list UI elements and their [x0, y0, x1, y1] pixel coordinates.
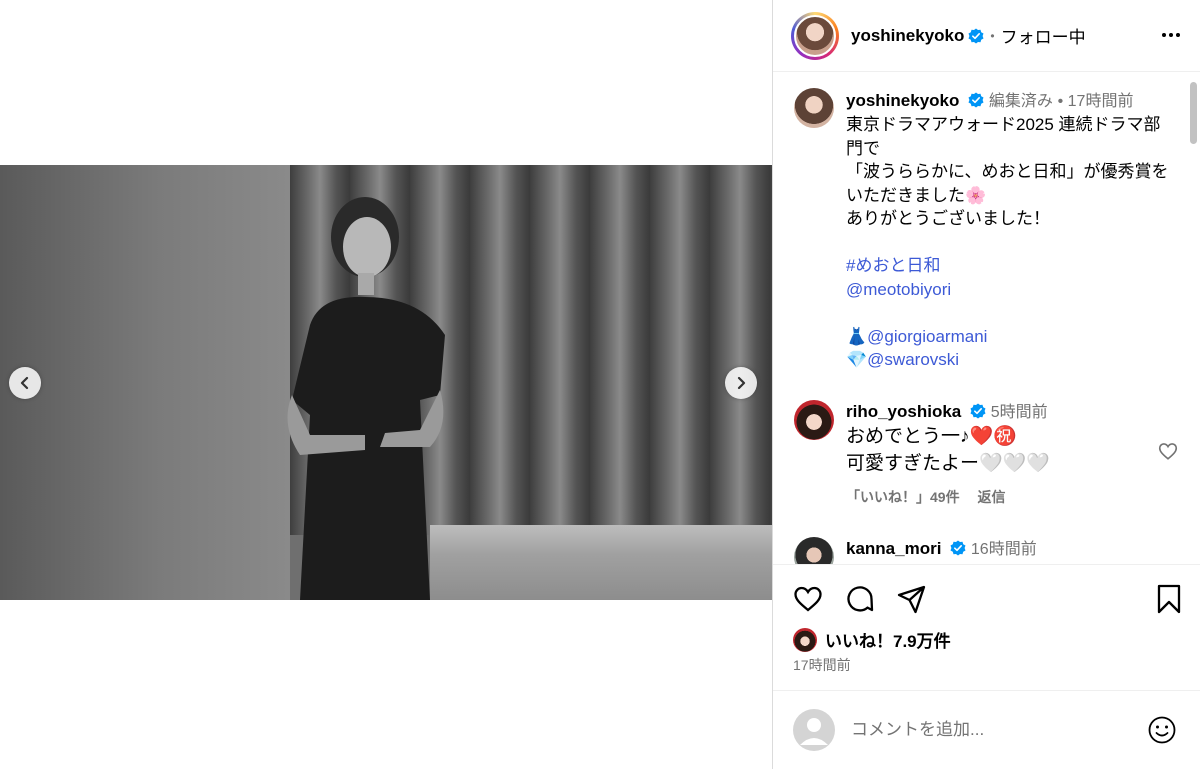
post-photo[interactable] — [0, 165, 772, 600]
post-actions: いいね！7.9万件 17時間前 — [773, 564, 1200, 684]
blank-line: ​ — [846, 231, 1176, 255]
likes-count[interactable]: いいね！7.9万件 — [825, 627, 951, 652]
mention-link[interactable]: @meotobiyori — [846, 278, 1176, 302]
bookmark-icon[interactable] — [1152, 582, 1186, 616]
caption-username[interactable]: yoshinekyoko — [846, 91, 959, 110]
chevron-right-icon — [737, 376, 746, 390]
chevron-left-icon — [20, 376, 29, 390]
caption-line: 東京ドラマアウォード2025 連続ドラマ部門で — [846, 115, 1161, 158]
comment-header: kanna_mori 16時間前 — [846, 537, 1037, 562]
liker-avatar[interactable] — [793, 627, 817, 652]
current-user-avatar — [793, 709, 835, 751]
caption-edited-label: 編集済み — [988, 93, 1053, 110]
default-user-icon — [800, 718, 828, 745]
media-pane — [0, 0, 772, 769]
author-avatar[interactable] — [791, 11, 839, 60]
comment-header: riho_yoshioka 5時間前 — [846, 400, 1048, 425]
add-comment-bar — [773, 690, 1200, 769]
comments-scroll-area[interactable]: yoshinekyoko 編集済み • 17時間前 東京ドラマアウォード2025… — [773, 72, 1200, 564]
comment-line: おめでとう一♪❤️㊗️ — [846, 426, 1017, 447]
post-side-panel: yoshinekyoko • フォロー中 yoshinekyoko 編集済み •… — [772, 0, 1200, 769]
comment-likes-count[interactable]: 「いいね！」49件 — [846, 489, 960, 505]
separator-dot: • — [990, 28, 995, 43]
comment-icon[interactable] — [843, 582, 877, 616]
comments-scrollbar[interactable] — [1188, 78, 1198, 560]
comment-input[interactable] — [851, 720, 1131, 740]
post-timestamp[interactable]: 17時間前 — [793, 655, 851, 675]
comment-avatar[interactable] — [794, 400, 834, 440]
verified-icon — [950, 540, 966, 556]
likes-row: いいね！7.9万件 — [793, 627, 951, 652]
dress-icon: 👗 — [846, 326, 868, 346]
follow-state-button[interactable]: フォロー中 — [1001, 23, 1086, 48]
verified-icon — [970, 403, 986, 419]
heart-icon[interactable] — [791, 582, 825, 616]
instagram-post-view: yoshinekyoko • フォロー中 yoshinekyoko 編集済み •… — [0, 0, 1200, 769]
share-icon[interactable] — [895, 582, 929, 616]
mention-link[interactable]: @swarovski — [867, 350, 959, 369]
photo-wall — [0, 165, 290, 600]
more-icon[interactable] — [1159, 23, 1183, 47]
reply-button[interactable]: 返信 — [977, 489, 1005, 505]
separator-dot: • — [1057, 93, 1068, 110]
comment-avatar[interactable] — [794, 537, 834, 564]
comment-username[interactable]: kanna_mori — [846, 539, 941, 558]
author-avatar-image — [794, 14, 836, 57]
next-photo-button[interactable] — [725, 367, 757, 399]
previous-photo-button[interactable] — [9, 367, 41, 399]
caption-text: 東京ドラマアウォード2025 連続ドラマ部門で 「波うららかに、めおと日和」が優秀… — [846, 113, 1176, 372]
mention-link[interactable]: @giorgioarmani — [867, 327, 987, 346]
caption-author-avatar[interactable] — [794, 88, 834, 128]
comment-line: 可愛すぎたよー🤍🤍🤍 — [846, 453, 1050, 474]
scrollbar-thumb[interactable] — [1190, 82, 1197, 144]
comment-actions: 「いいね！」49件 返信 — [846, 487, 1019, 507]
comment-like-icon[interactable] — [1157, 440, 1179, 462]
gem-icon: 💎 — [846, 350, 868, 369]
author-username[interactable]: yoshinekyoko — [851, 26, 964, 46]
photo-person — [287, 197, 445, 600]
verified-icon — [968, 28, 984, 43]
comment-username[interactable]: riho_yoshioka — [846, 402, 961, 421]
comment-text: おめでとう一♪❤️㊗️ 可愛すぎたよー🤍🤍🤍 — [846, 423, 1050, 477]
caption-line: ありがとうございました！ — [846, 209, 1050, 228]
comment-time: 5時間前 — [990, 404, 1048, 421]
hashtag-link[interactable]: #めおと日和 — [846, 254, 1176, 278]
verified-icon — [968, 92, 984, 108]
comment-time: 16時間前 — [970, 541, 1037, 558]
post-header: yoshinekyoko • フォロー中 — [773, 0, 1200, 72]
caption-time: 17時間前 — [1067, 93, 1134, 110]
photo-window-sill — [430, 525, 772, 600]
blank-line: ​ — [846, 301, 1176, 325]
caption-line: 「波うららかに、めおと日和」が優秀賞をいただきました🌸 — [846, 162, 1169, 205]
emoji-icon[interactable] — [1147, 715, 1177, 745]
mention-link-line: 💎@swarovski — [846, 348, 1176, 372]
mention-link-line: 👗@giorgioarmani — [846, 325, 1176, 349]
caption-header: yoshinekyoko 編集済み • 17時間前 — [846, 89, 1133, 114]
